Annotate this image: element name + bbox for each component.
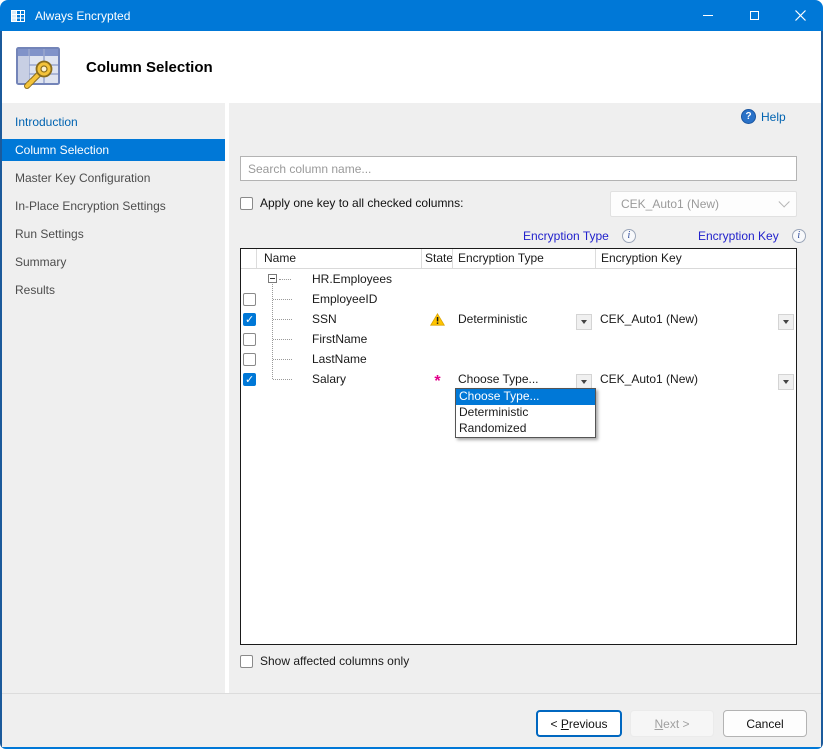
row-checkbox-lastname[interactable] xyxy=(243,353,256,366)
table-row-lastname: LastName xyxy=(241,349,796,369)
sidebar-item-summary: Summary xyxy=(2,251,225,273)
row-checkbox-firstname[interactable] xyxy=(243,333,256,346)
column-name: Salary xyxy=(312,372,346,386)
apply-one-key-row: Apply one key to all checked columns: xyxy=(240,196,463,210)
wizard-steps-sidebar: Introduction Column Selection Master Key… xyxy=(2,103,225,693)
encryption-key-link[interactable]: Encryption Key xyxy=(698,229,779,243)
close-button[interactable] xyxy=(777,0,823,31)
encryption-type-value: Deterministic xyxy=(458,312,527,326)
help-icon xyxy=(741,109,756,124)
sidebar-item-column-selection[interactable]: Column Selection xyxy=(2,139,225,161)
encryption-type-dropdown-list: Choose Type... Deterministic Randomized xyxy=(455,388,596,438)
window-title: Always Encrypted xyxy=(35,9,130,23)
apply-one-key-label: Apply one key to all checked columns: xyxy=(260,196,463,210)
cancel-button[interactable]: Cancel xyxy=(723,710,807,737)
table-row-group: HR.Employees xyxy=(241,269,796,289)
encryption-type-dropdown-button[interactable] xyxy=(576,314,592,330)
encryption-key-value: CEK_Auto1 (New) xyxy=(600,372,698,386)
tree-line xyxy=(273,299,292,300)
columns-table-header: Name State Encryption Type Encryption Ke… xyxy=(241,249,796,269)
encryption-key-link-group: Encryption Key xyxy=(698,229,806,243)
table-row-firstname: FirstName xyxy=(241,329,796,349)
columns-table-body: HR.Employees EmployeeID SSN xyxy=(241,269,796,389)
app-icon xyxy=(10,8,26,24)
header-checkbox-column xyxy=(241,249,257,268)
encryption-type-value: Choose Type... xyxy=(458,372,539,386)
required-asterisk-icon: * xyxy=(434,371,440,387)
table-key-icon xyxy=(14,43,62,91)
dropdown-option-randomized[interactable]: Randomized xyxy=(456,421,595,437)
column-name: EmployeeID xyxy=(312,292,377,306)
always-encrypted-wizard-window: Always Encrypted xyxy=(0,0,823,749)
columns-table: Name State Encryption Type Encryption Ke… xyxy=(240,248,797,645)
header-encryption-type: Encryption Type xyxy=(453,249,596,268)
next-button: Next > xyxy=(630,710,714,737)
help-link[interactable]: Help xyxy=(741,109,786,124)
tree-line xyxy=(273,319,292,320)
dropdown-option-choose-type[interactable]: Choose Type... xyxy=(456,389,595,405)
footer-divider xyxy=(0,693,823,694)
window-controls xyxy=(685,0,823,31)
titlebar: Always Encrypted xyxy=(0,0,823,31)
encryption-type-link[interactable]: Encryption Type xyxy=(523,229,609,243)
sidebar-item-in-place-encryption-settings: In-Place Encryption Settings xyxy=(2,195,225,217)
table-row-salary: Salary * Choose Type... CEK_Auto1 (New) xyxy=(241,369,796,389)
close-icon xyxy=(795,10,806,21)
tree-collapse-icon[interactable] xyxy=(268,274,277,283)
sidebar-item-run-settings: Run Settings xyxy=(2,223,225,245)
encryption-key-dropdown-button[interactable] xyxy=(778,314,794,330)
tree-line xyxy=(273,339,292,340)
search-input[interactable] xyxy=(240,156,797,181)
sidebar-item-master-key-configuration: Master Key Configuration xyxy=(2,167,225,189)
encryption-type-link-group: Encryption Type xyxy=(523,229,636,243)
show-affected-label: Show affected columns only xyxy=(260,654,409,668)
sidebar-item-results: Results xyxy=(2,279,225,301)
maximize-icon xyxy=(750,11,759,20)
header-encryption-key: Encryption Key xyxy=(596,249,796,268)
show-affected-checkbox[interactable] xyxy=(240,655,253,668)
dropdown-option-deterministic[interactable]: Deterministic xyxy=(456,405,595,421)
wizard-header: Column Selection xyxy=(0,31,823,103)
apply-key-select[interactable]: CEK_Auto1 (New) xyxy=(610,191,797,217)
sidebar-item-introduction[interactable]: Introduction xyxy=(2,111,225,133)
row-checkbox-salary[interactable] xyxy=(243,373,256,386)
encryption-type-info-icon[interactable] xyxy=(622,229,636,243)
table-row-ssn: SSN Deterministic CEK_Auto1 (New) xyxy=(241,309,796,329)
encryption-key-dropdown-button[interactable] xyxy=(778,374,794,390)
page-title: Column Selection xyxy=(86,59,213,76)
window-border-left xyxy=(0,31,2,749)
column-name: SSN xyxy=(312,312,337,326)
row-checkbox-employeeid[interactable] xyxy=(243,293,256,306)
show-affected-row: Show affected columns only xyxy=(240,654,409,668)
tree-line xyxy=(273,359,292,360)
help-label: Help xyxy=(761,110,786,124)
warning-icon xyxy=(430,313,445,326)
header-state: State xyxy=(422,249,453,268)
header-name: Name xyxy=(257,249,422,268)
minimize-icon xyxy=(703,15,713,16)
row-checkbox-ssn[interactable] xyxy=(243,313,256,326)
encryption-key-value: CEK_Auto1 (New) xyxy=(600,312,698,326)
apply-key-select-value: CEK_Auto1 (New) xyxy=(621,197,719,211)
column-name: FirstName xyxy=(312,332,367,346)
group-label: HR.Employees xyxy=(312,272,392,286)
minimize-button[interactable] xyxy=(685,0,731,31)
tree-line xyxy=(273,379,292,380)
table-row-employeeid: EmployeeID xyxy=(241,289,796,309)
column-name: LastName xyxy=(312,352,367,366)
maximize-button[interactable] xyxy=(731,0,777,31)
previous-button[interactable]: < Previous xyxy=(536,710,622,737)
tree-line xyxy=(279,279,291,280)
chevron-down-icon xyxy=(778,196,789,207)
encryption-key-info-icon[interactable] xyxy=(792,229,806,243)
apply-one-key-checkbox[interactable] xyxy=(240,197,253,210)
sidebar-divider xyxy=(225,103,229,693)
